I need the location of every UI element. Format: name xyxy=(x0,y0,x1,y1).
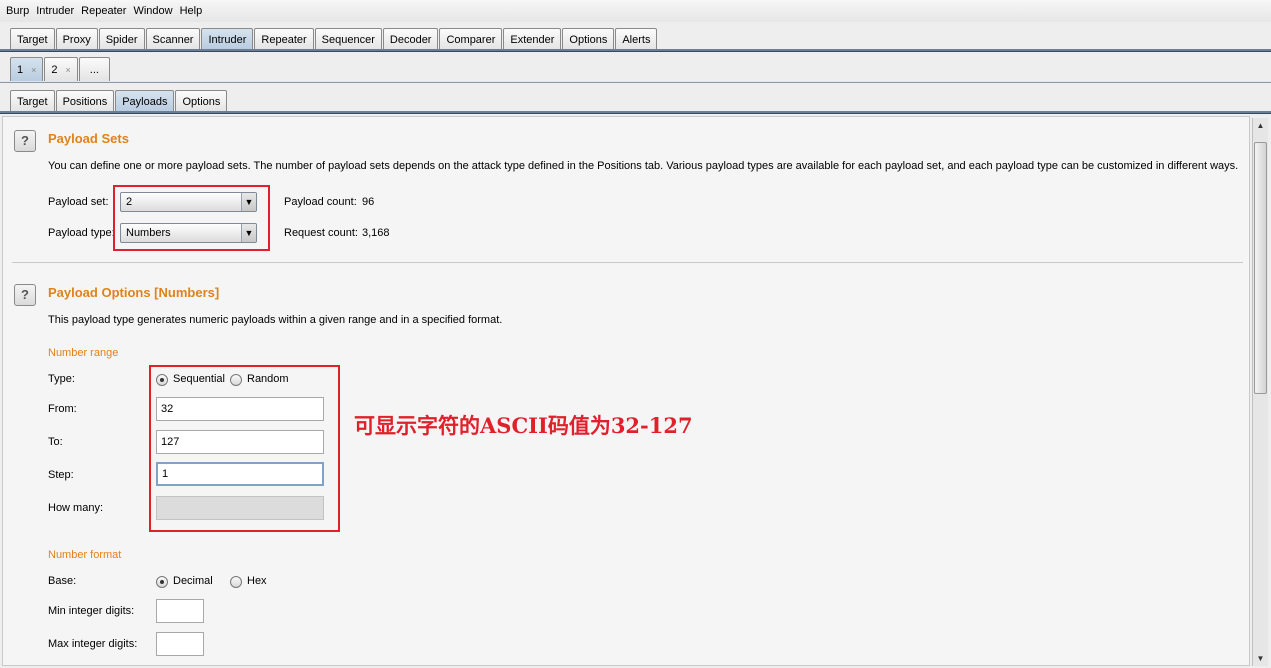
intruder-subtab-bar: Target Positions Payloads Options xyxy=(0,88,1271,112)
help-icon[interactable]: ? xyxy=(14,130,36,152)
subtab-payloads[interactable]: Payloads xyxy=(115,90,175,112)
tab-target[interactable]: Target xyxy=(10,28,55,50)
hex-radio[interactable] xyxy=(230,576,242,588)
tab-proxy[interactable]: Proxy xyxy=(55,28,98,50)
tab-sequencer[interactable]: Sequencer xyxy=(314,28,382,50)
subtab-target[interactable]: Target xyxy=(10,90,55,112)
request-count-label: Request count: xyxy=(284,227,358,239)
payload-sets-description: You can define one or more payload sets.… xyxy=(48,160,1239,172)
menu-repeater[interactable]: Repeater xyxy=(81,5,126,17)
payload-count-value: 96 xyxy=(362,196,375,208)
new-attack-tab[interactable]: ... xyxy=(78,57,110,82)
menu-intruder[interactable]: Intruder xyxy=(36,5,74,17)
tab-scanner[interactable]: Scanner xyxy=(145,28,201,50)
number-range-heading: Number range xyxy=(48,347,119,359)
decimal-label: Decimal xyxy=(173,575,213,587)
attack-tab-1[interactable]: 1 × xyxy=(10,57,44,82)
annotation-text: 可显示字符的ASCII码值为32-127 xyxy=(354,413,693,438)
highlight-box xyxy=(113,185,270,251)
attack-tab-bar: 1 × 2 × ... xyxy=(0,56,1271,82)
tab-decoder[interactable]: Decoder xyxy=(382,28,439,50)
step-label: Step: xyxy=(48,469,74,481)
tab-alerts[interactable]: Alerts xyxy=(615,28,658,50)
to-label: To: xyxy=(48,436,63,448)
base-label: Base: xyxy=(48,575,77,587)
help-icon[interactable]: ? xyxy=(14,284,36,306)
tab-intruder[interactable]: Intruder xyxy=(201,28,254,50)
tab-comparer[interactable]: Comparer xyxy=(439,28,503,50)
max-integer-digits-input[interactable] xyxy=(156,632,204,656)
subtab-options[interactable]: Options xyxy=(175,90,228,112)
main-tab-underline xyxy=(0,49,1271,52)
from-label: From: xyxy=(48,403,77,415)
payload-options-description: This payload type generates numeric payl… xyxy=(48,314,503,326)
scroll-down-icon[interactable]: ▼ xyxy=(1253,651,1268,666)
section-divider xyxy=(12,262,1243,263)
request-count-value: 3,168 xyxy=(362,227,390,239)
tab-repeater[interactable]: Repeater xyxy=(254,28,314,50)
menu-burp[interactable]: Burp xyxy=(6,5,29,17)
hex-label: Hex xyxy=(247,575,267,587)
highlight-box xyxy=(149,365,340,532)
payload-type-label: Payload type: xyxy=(48,227,115,239)
menu-bar: Burp Intruder Repeater Window Help xyxy=(0,0,1271,22)
payload-set-label: Payload set: xyxy=(48,196,109,208)
min-integer-digits-label: Min integer digits: xyxy=(48,605,135,617)
vertical-scrollbar[interactable]: ▲ ▼ xyxy=(1252,118,1268,666)
intruder-subtab-underline xyxy=(0,111,1271,114)
scrollbar-thumb[interactable] xyxy=(1254,142,1267,394)
menu-help[interactable]: Help xyxy=(180,5,203,17)
attack-tab-label: 1 xyxy=(17,64,24,76)
main-tab-bar: Target Proxy Spider Scanner Intruder Rep… xyxy=(0,27,1271,50)
close-icon[interactable]: × xyxy=(31,65,36,75)
subtab-positions[interactable]: Positions xyxy=(55,90,115,112)
close-icon[interactable]: × xyxy=(66,65,71,75)
tab-spider[interactable]: Spider xyxy=(98,28,145,50)
decimal-radio[interactable] xyxy=(156,576,168,588)
tab-options[interactable]: Options xyxy=(562,28,615,50)
menu-window[interactable]: Window xyxy=(133,5,172,17)
attack-tab-2[interactable]: 2 × xyxy=(44,57,78,82)
min-integer-digits-input[interactable] xyxy=(156,599,204,623)
payload-options-title: Payload Options [Numbers] xyxy=(48,285,220,300)
tab-extender[interactable]: Extender xyxy=(503,28,562,50)
attack-tab-underline xyxy=(0,81,1271,83)
payload-sets-title: Payload Sets xyxy=(48,131,129,146)
number-format-heading: Number format xyxy=(48,549,122,561)
payload-count-label: Payload count: xyxy=(284,196,357,208)
attack-tab-label: 2 xyxy=(51,64,58,76)
max-integer-digits-label: Max integer digits: xyxy=(48,638,138,650)
how-many-label: How many: xyxy=(48,502,104,514)
type-label: Type: xyxy=(48,373,75,385)
scroll-up-icon[interactable]: ▲ xyxy=(1253,118,1268,133)
